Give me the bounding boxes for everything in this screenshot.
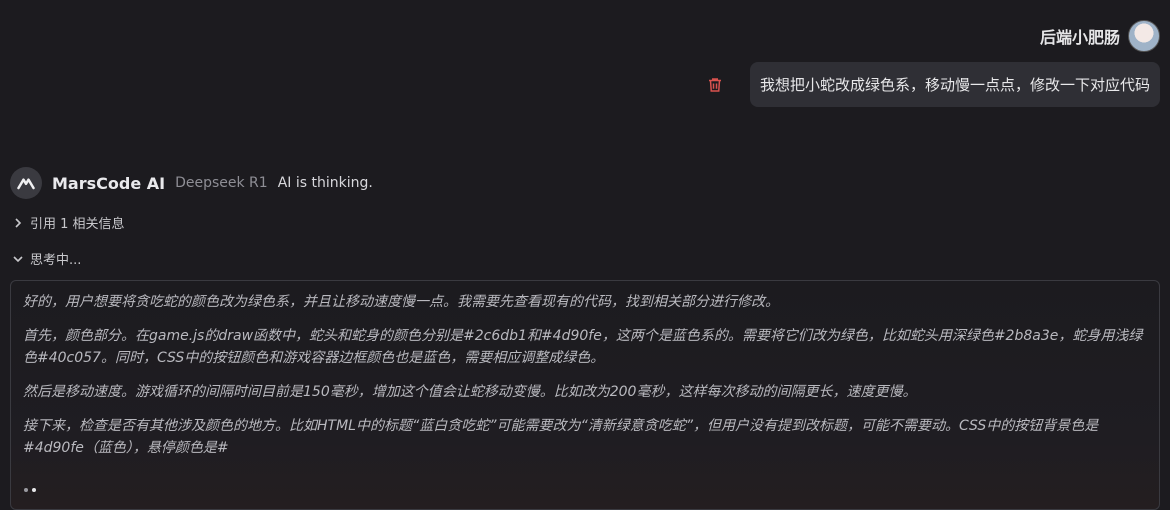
user-name: 后端小肥肠 [1039,28,1120,47]
thinking-paragraph: 好的，用户想要将贪吃蛇的颜色改为绿色系，并且让移动速度慢一点。我需要先查看现有的… [23,294,779,310]
user-header: 后端小肥肠 [1040,20,1160,52]
references-toggle[interactable]: 引用 1 相关信息 [12,213,125,232]
trash-icon[interactable] [706,76,724,94]
marscode-logo-icon [10,167,42,199]
thinking-paragraph: 然后是移动速度。游戏循环的间隔时间目前是150毫秒，增加这个值会让蛇移动变慢。比… [23,384,917,400]
thinking-label: 思考中... [30,253,82,268]
assistant-model: Deepseek R1 [175,175,268,191]
chevron-down-icon [13,255,23,262]
thinking-content: 好的，用户想要将贪吃蛇的颜色改为绿色系，并且让移动速度慢一点。我需要先查看现有的… [10,280,1160,510]
user-avatar[interactable] [1128,20,1160,52]
thinking-paragraph: 首先，颜色部分。在game.js的draw函数中，蛇头和蛇身的颜色分别是#2c6… [23,328,1143,366]
user-message-row: 我想把小蛇改成绿色系，移动慢一点点，修改一下对应代码 [706,62,1160,107]
assistant-status: AI is thinking. [277,175,373,191]
loading-dot [24,488,28,492]
user-message-bubble: 我想把小蛇改成绿色系，移动慢一点点，修改一下对应代码 [749,62,1160,107]
assistant-header: MarsCode AI Deepseek R1 AI is thinking. [10,167,373,199]
loading-indicator [24,488,36,492]
loading-dot [32,488,36,492]
assistant-name: MarsCode AI [52,173,166,193]
chevron-right-icon [15,217,22,228]
references-label: 引用 1 相关信息 [30,217,125,232]
thinking-toggle[interactable]: 思考中... [12,249,81,268]
thinking-paragraph: 接下来，检查是否有其他涉及颜色的地方。比如HTML中的标题“蓝白贪吃蛇”可能需要… [23,418,1099,456]
